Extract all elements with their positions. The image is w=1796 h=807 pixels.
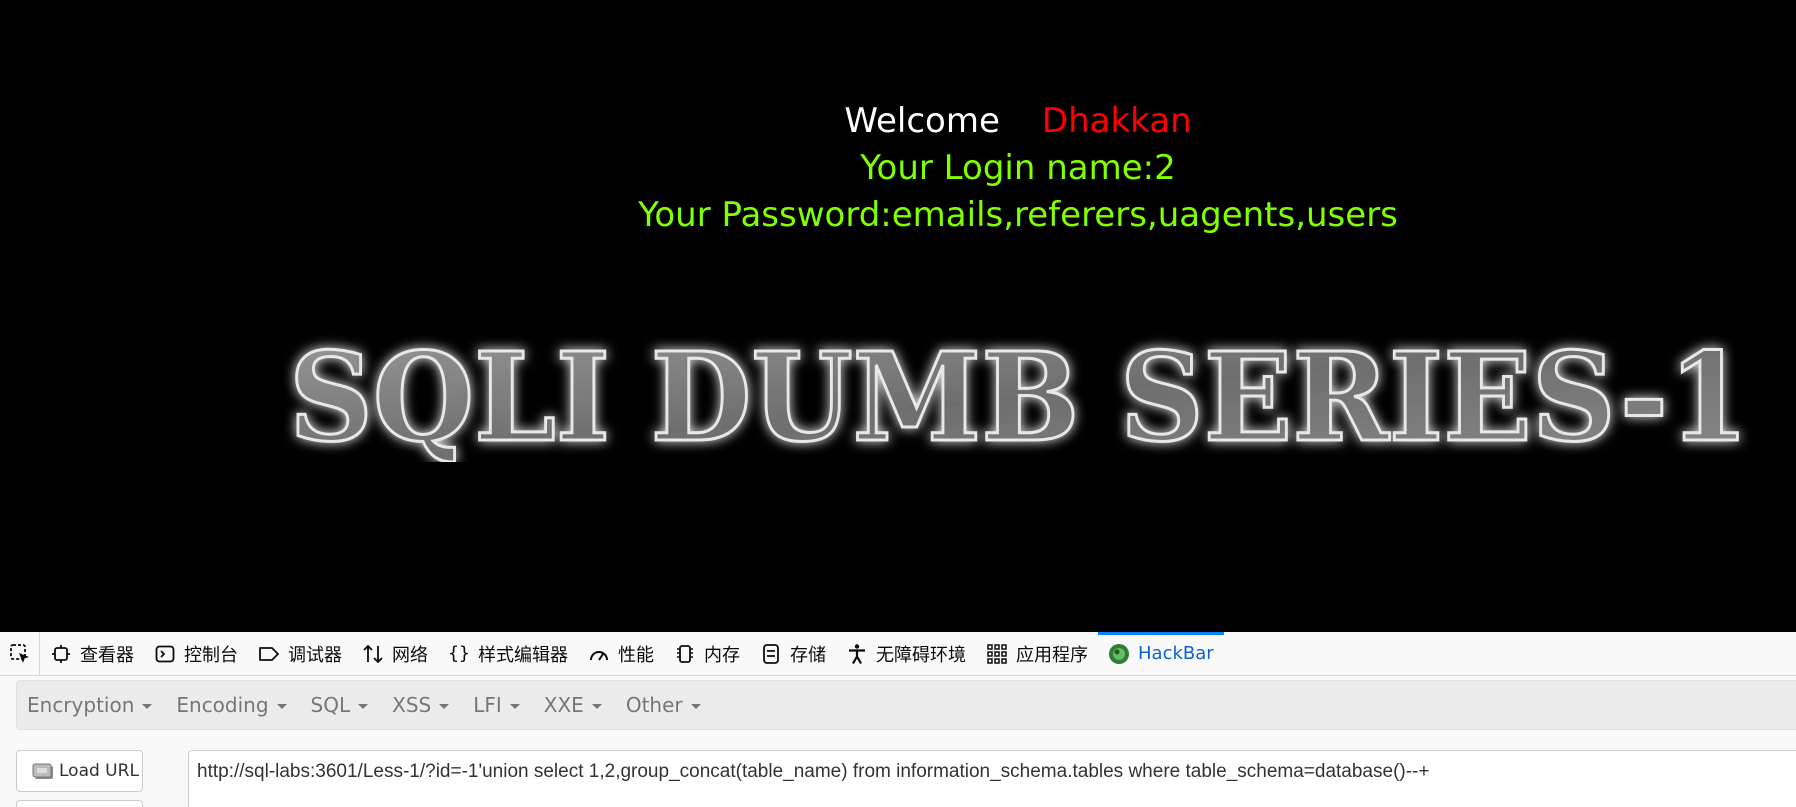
tab-style-editor[interactable]: {} 样式编辑器 bbox=[438, 632, 578, 676]
tab-label: HackBar bbox=[1138, 643, 1214, 664]
tab-label: 调试器 bbox=[288, 644, 342, 666]
console-icon bbox=[154, 643, 176, 665]
tab-label: 无障碍环境 bbox=[876, 644, 966, 666]
tab-application[interactable]: 应用程序 bbox=[976, 632, 1098, 676]
menu-label: XSS bbox=[392, 693, 432, 717]
element-picker-icon[interactable] bbox=[0, 631, 40, 676]
caret-down-icon bbox=[591, 703, 602, 709]
welcome-line: Welcome Dhakkan bbox=[120, 99, 1796, 143]
caret-down-icon bbox=[509, 703, 520, 709]
style-editor-icon: {} bbox=[448, 643, 470, 664]
menu-xss[interactable]: XSS bbox=[382, 693, 459, 717]
tab-label: 查看器 bbox=[80, 644, 134, 666]
hackbar-menu: Encryption Encoding SQL XSS LFI XXE Othe… bbox=[16, 680, 1796, 730]
menu-xxe[interactable]: XXE bbox=[534, 693, 612, 717]
tab-label: 应用程序 bbox=[1016, 644, 1088, 666]
password-text: Your Password:emails,referers,uagents,us… bbox=[638, 195, 1398, 235]
menu-label: Encoding bbox=[176, 693, 269, 717]
devtools-toolbar: 查看器 控制台 调试器 网络 {} 样式编辑器 性能 内存 存储 无障碍环境 应… bbox=[0, 631, 1796, 676]
hackbar-icon bbox=[1108, 643, 1130, 665]
login-name-text: Your Login name:2 bbox=[860, 148, 1176, 188]
banner-text: SQLI DUMB SERIES-1 bbox=[289, 332, 1749, 462]
menu-other[interactable]: Other bbox=[616, 693, 711, 717]
tab-label: 样式编辑器 bbox=[478, 644, 568, 666]
sqli-dumb-series-banner: SQLI DUMB SERIES-1 bbox=[288, 332, 1751, 462]
tab-debugger[interactable]: 调试器 bbox=[248, 632, 352, 676]
split-url-button[interactable] bbox=[16, 800, 143, 807]
caret-down-icon bbox=[439, 703, 450, 709]
url-input[interactable]: http://sql-labs:3601/Less-1/?id=-1'union… bbox=[188, 750, 1796, 807]
menu-label: Other bbox=[625, 693, 683, 717]
caret-down-icon bbox=[690, 703, 701, 709]
welcome-text: Welcome bbox=[844, 101, 1000, 141]
menu-encoding[interactable]: Encoding bbox=[166, 693, 296, 717]
tab-label: 控制台 bbox=[184, 644, 238, 666]
load-url-label: Load URL bbox=[59, 761, 139, 781]
menu-lfi[interactable]: LFI bbox=[463, 693, 530, 717]
menu-label: LFI bbox=[473, 693, 502, 717]
caret-down-icon bbox=[276, 703, 287, 709]
tab-label: 性能 bbox=[618, 644, 654, 666]
caret-down-icon bbox=[142, 703, 153, 709]
tab-performance[interactable]: 性能 bbox=[578, 632, 664, 676]
load-url-icon bbox=[31, 761, 55, 781]
menu-encryption[interactable]: Encryption bbox=[17, 693, 162, 717]
tab-network[interactable]: 网络 bbox=[352, 632, 438, 676]
tab-label: 存储 bbox=[790, 644, 826, 666]
menu-sql[interactable]: SQL bbox=[301, 693, 379, 717]
debugger-icon bbox=[258, 643, 280, 665]
tab-inspector[interactable]: 查看器 bbox=[40, 632, 144, 676]
load-url-button[interactable]: Load URL bbox=[16, 750, 143, 792]
menu-label: SQL bbox=[310, 693, 351, 717]
tab-hackbar[interactable]: HackBar bbox=[1098, 631, 1224, 676]
tab-accessibility[interactable]: 无障碍环境 bbox=[836, 632, 976, 676]
menu-label: Encryption bbox=[27, 693, 135, 717]
tab-label: 内存 bbox=[704, 644, 740, 666]
tab-storage[interactable]: 存储 bbox=[750, 632, 836, 676]
memory-icon bbox=[674, 643, 696, 665]
web-page: Welcome Dhakkan Your Login name:2 Your Pa… bbox=[0, 0, 1796, 632]
browser-window: Welcome Dhakkan Your Login name:2 Your Pa… bbox=[0, 0, 1796, 807]
menu-label: XXE bbox=[543, 693, 584, 717]
caret-down-icon bbox=[358, 703, 369, 709]
network-icon bbox=[362, 643, 384, 665]
tab-console[interactable]: 控制台 bbox=[144, 632, 248, 676]
tab-memory[interactable]: 内存 bbox=[664, 632, 750, 676]
welcome-username: Dhakkan bbox=[1041, 101, 1192, 141]
application-icon bbox=[986, 643, 1008, 665]
tab-label: 网络 bbox=[392, 644, 428, 666]
inspector-icon bbox=[50, 643, 72, 665]
storage-icon bbox=[760, 643, 782, 665]
performance-icon bbox=[588, 643, 610, 665]
devtools-panel: 查看器 控制台 调试器 网络 {} 样式编辑器 性能 内存 存储 无障碍环境 应… bbox=[0, 631, 1796, 807]
accessibility-icon bbox=[846, 643, 868, 665]
